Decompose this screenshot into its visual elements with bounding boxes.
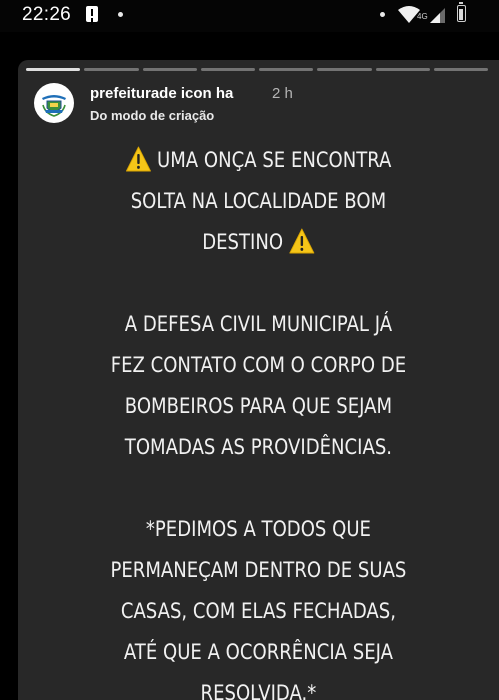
progress-segment bbox=[317, 68, 372, 71]
story-card[interactable]: prefeiturade icon ha 2 h Do modo de cria… bbox=[18, 60, 499, 700]
message-line: SOLTA NA LOCALIDADE BOM bbox=[130, 189, 387, 213]
message-line: ATÉ QUE A OCORRÊNCIA SEJA bbox=[123, 640, 394, 664]
phone-screen: 22:26 4G prefeiturade icon ha 2 h Do mod… bbox=[0, 0, 499, 700]
message-paragraph-2: A DEFESA CIVIL MUNICIPAL JÁ FEZ CONTATO … bbox=[52, 304, 466, 468]
message-line: UMA ONÇA SE ENCONTRA bbox=[157, 148, 392, 172]
status-bar: 22:26 4G bbox=[0, 0, 499, 32]
progress-segment bbox=[259, 68, 314, 71]
battery-icon bbox=[457, 2, 466, 22]
message-paragraph-1: UMA ONÇA SE ENCONTRA SOLTA NA LOCALIDADE… bbox=[52, 140, 466, 263]
message-line: A DEFESA CIVIL MUNICIPAL JÁ bbox=[124, 312, 393, 336]
progress-segment bbox=[433, 68, 488, 71]
progress-segment bbox=[142, 68, 197, 71]
message-line: DESTINO bbox=[202, 230, 284, 254]
municipal-crest-icon bbox=[35, 84, 73, 122]
story-progress-bar bbox=[26, 68, 488, 71]
message-paragraph-3: *PEDIMOS A TODOS QUE PERMANEÇAM DENTRO D… bbox=[52, 509, 466, 700]
post-time-ago: 2 h bbox=[272, 85, 293, 102]
dot-icon bbox=[380, 12, 385, 17]
avatar[interactable] bbox=[34, 83, 74, 123]
progress-segment bbox=[84, 68, 139, 71]
account-name[interactable]: prefeiturade icon ha bbox=[90, 85, 233, 102]
message-line: PERMANEÇAM DENTRO DE SUAS bbox=[110, 558, 407, 582]
progress-segment bbox=[200, 68, 255, 71]
message-line: RESOLVIDA.* bbox=[200, 681, 317, 700]
warning-icon bbox=[289, 228, 315, 254]
dot-icon bbox=[118, 12, 123, 17]
story-header: prefeiturade icon ha 2 h Do modo de cria… bbox=[32, 80, 472, 130]
progress-segment bbox=[375, 68, 430, 71]
message-line: BOMBEIROS PARA QUE SEJAM bbox=[124, 394, 393, 418]
story-message: UMA ONÇA SE ENCONTRA SOLTA NA LOCALIDADE… bbox=[52, 140, 466, 700]
message-line: TOMADAS AS PROVIDÊNCIAS. bbox=[124, 435, 393, 459]
message-line: CASAS, COM ELAS FECHADAS, bbox=[120, 599, 397, 623]
signal-icon bbox=[428, 6, 446, 24]
warning-icon bbox=[125, 146, 151, 172]
notification-icon bbox=[86, 6, 98, 22]
message-line: FEZ CONTATO COM O CORPO DE bbox=[110, 353, 407, 377]
story-subtitle: Do modo de criação bbox=[90, 108, 215, 123]
status-time: 22:26 bbox=[22, 4, 72, 25]
progress-segment bbox=[26, 68, 81, 71]
message-line: *PEDIMOS A TODOS QUE bbox=[145, 517, 371, 541]
network-type-label: 4G bbox=[417, 12, 428, 21]
